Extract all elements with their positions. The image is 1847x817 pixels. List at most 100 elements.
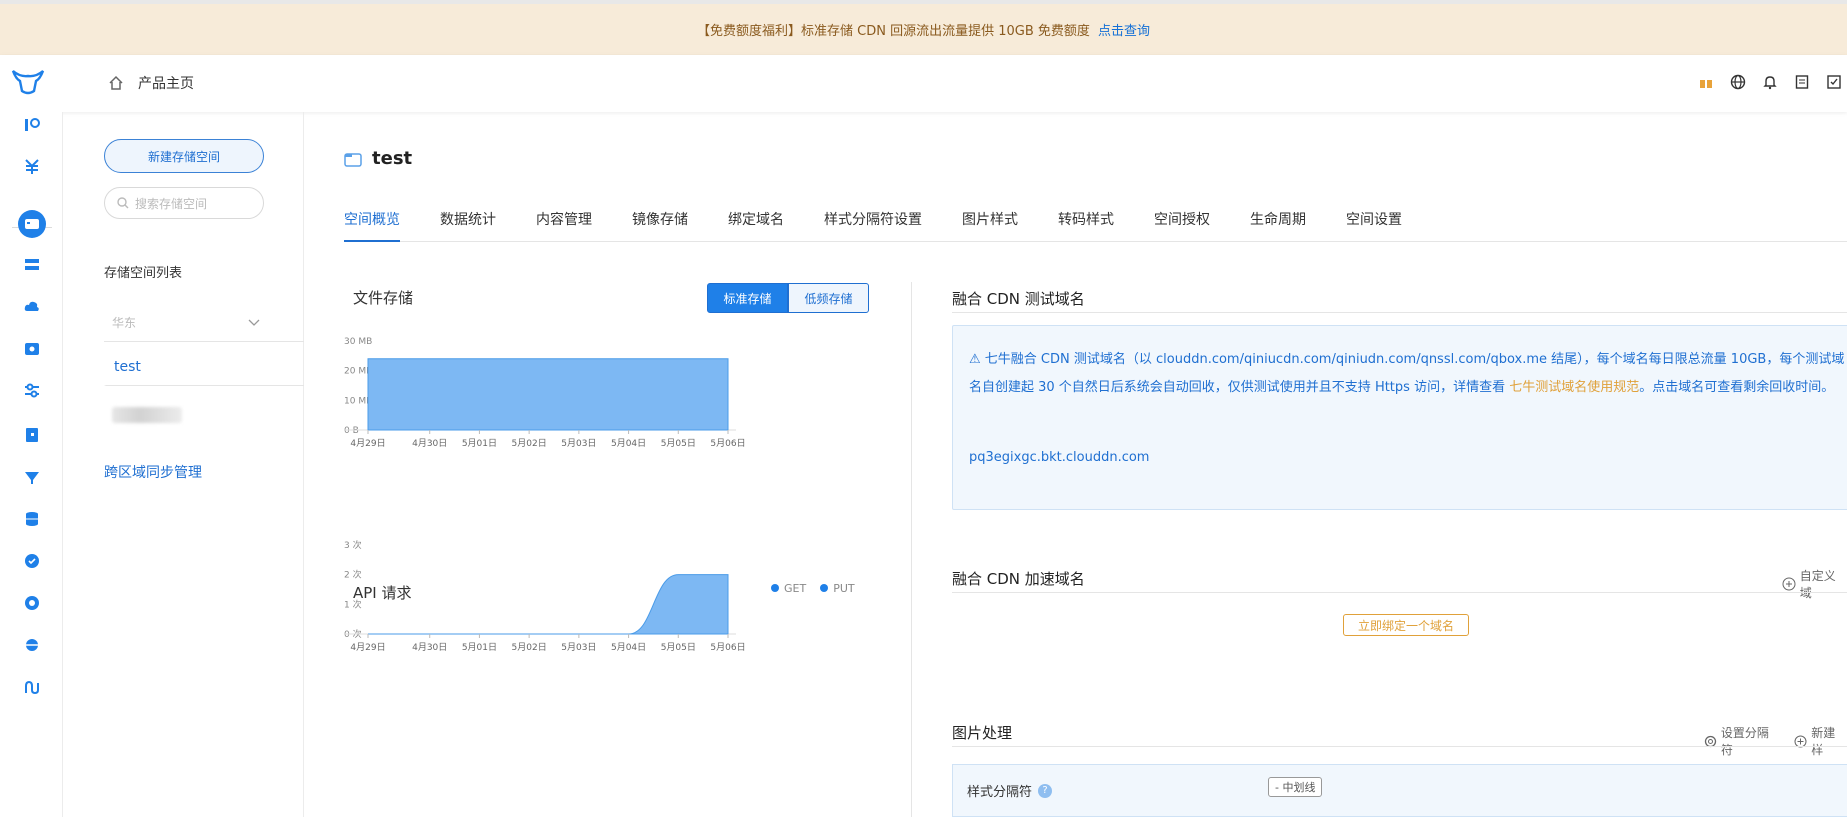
document-icon[interactable] [1793, 73, 1811, 91]
series-area [368, 574, 729, 635]
series-area [367, 358, 729, 431]
column-divider [911, 282, 912, 817]
file-storage-chart: 0 B10 MB20 MB30 MB4月29日 4月30日 5月01日 5月02日 5月… [344, 337, 746, 449]
overview-icon[interactable] [22, 115, 42, 135]
test-domain-link[interactable]: pq3egixgc.bkt.clouddn.com [969, 450, 1149, 465]
database-icon[interactable] [22, 509, 42, 529]
cdn-test-notice: ⚠ 七牛融合 CDN 测试域名（以 clouddn.com/qiniucdn.c… [952, 325, 1847, 510]
set-separator-button[interactable]: 设置分隔符 [1704, 724, 1780, 758]
x-tick-label: 5月02日 [512, 642, 547, 653]
search-placeholder: 搜索存储空间 [135, 196, 208, 211]
play-icon[interactable] [22, 593, 42, 613]
cdn-accel-title: 融合 CDN 加速域名 [952, 570, 1085, 588]
custom-domain-label: 自定义域 [1799, 569, 1836, 600]
x-tick-label: 5月04日 [611, 438, 646, 449]
logo-icon[interactable] [10, 67, 46, 101]
storage-icon[interactable] [14, 206, 50, 242]
banner-text: 【免费额度福利】标准存储 CDN 回源流出流量提供 10GB 免费额度 [697, 24, 1090, 39]
notice-link[interactable]: 七牛测试域名使用规范 [1509, 380, 1639, 395]
tab-2[interactable]: 内容管理 [536, 206, 592, 242]
notice-text: ⚠ 七牛融合 CDN 测试域名（以 clouddn.com/qiniucdn.c… [969, 352, 1845, 395]
new-bucket-button[interactable]: 新建存储空间 [104, 139, 264, 173]
product-rail [0, 112, 63, 817]
main-content: test 空间概览 数据统计 内容管理 镜像存储 绑定域名 样式分隔符设置 图片样式 转码样式… [304, 112, 1847, 817]
x-tick-label: 5月05日 [661, 438, 696, 449]
tab-4[interactable]: 绑定域名 [728, 206, 784, 242]
tab-1[interactable]: 数据统计 [440, 206, 496, 242]
legend-get-label: GET [784, 582, 807, 595]
bucket-list-title: 存储空间列表 [104, 266, 183, 281]
x-tick-label: 4月29日 [350, 642, 385, 653]
chevron-down-icon [248, 319, 260, 326]
custom-domain-button[interactable]: 自定义域 [1782, 567, 1847, 601]
bucket-item-test[interactable]: test [104, 348, 304, 386]
legend-put-label: PUT [833, 582, 855, 595]
divider [952, 592, 1847, 593]
help-icon[interactable]: ? [1038, 783, 1053, 798]
tab-3[interactable]: 镜像存储 [632, 206, 688, 242]
tab-10[interactable]: 空间设置 [1346, 206, 1402, 242]
legend-put: PUT [820, 582, 855, 595]
set-separator-label: 设置分隔符 [1720, 726, 1769, 757]
x-tick-label: 4月29日 [350, 438, 385, 449]
bucket-search-input[interactable]: 搜索存储空间 [104, 187, 264, 219]
promo-banner: 【免费额度福利】标准存储 CDN 回源流出流量提供 10GB 免费额度 点击查询 [0, 0, 1847, 55]
cloud-icon[interactable] [22, 297, 42, 317]
banner-link[interactable]: 点击查询 [1098, 20, 1150, 39]
separator-label-text: 样式分隔符 [967, 785, 1033, 800]
y-tick-label: 30 MB [344, 337, 372, 347]
x-tick-label: 5月06日 [710, 438, 745, 449]
search-icon [117, 197, 129, 209]
divider [952, 312, 1847, 313]
x-tick-label: 5月01日 [462, 438, 497, 449]
tab-7[interactable]: 转码样式 [1058, 206, 1114, 242]
divider [952, 746, 1847, 747]
x-tick-label: 4月30日 [412, 642, 447, 653]
link-icon[interactable] [22, 677, 42, 697]
cdn-test-title: 融合 CDN 测试域名 [952, 290, 1085, 308]
top-icons [1697, 73, 1847, 91]
separator-row: 样式分隔符 ? - 中划线 [952, 764, 1847, 817]
product-home-link[interactable]: 产品主页 [108, 73, 194, 93]
bind-domain-button[interactable]: 立即绑定一个域名 [1343, 614, 1469, 636]
region-label: 华东 [112, 316, 137, 330]
x-tick-label: 5月06日 [710, 642, 745, 653]
tab-5[interactable]: 样式分隔符设置 [824, 206, 922, 242]
plus-circle-icon [1782, 577, 1796, 591]
y-tick-label: 1 次 [344, 598, 362, 610]
standard-storage-button[interactable]: 标准存储 [707, 283, 788, 313]
x-tick-label: 4月30日 [412, 438, 447, 449]
image-proc-actions: 设置分隔符 新建样 [1704, 724, 1847, 758]
book-icon[interactable] [22, 425, 42, 445]
bucket-icon [344, 152, 362, 167]
tab-9[interactable]: 生命周期 [1250, 206, 1306, 242]
legend-get: GET [771, 582, 806, 595]
billing-icon[interactable] [22, 156, 42, 176]
y-tick-label: 0 B [344, 426, 359, 436]
planet-icon[interactable] [22, 635, 42, 655]
funnel-icon[interactable] [22, 467, 42, 487]
tab-0[interactable]: 空间概览 [344, 206, 400, 242]
image-proc-title: 图片处理 [952, 724, 1013, 742]
separator-tag: - 中划线 [1268, 777, 1323, 797]
region-select[interactable]: 华东 [104, 304, 304, 342]
bucket-item-blurred[interactable] [112, 407, 182, 423]
globe-icon[interactable] [1729, 73, 1747, 91]
x-tick-label: 5月02日 [512, 438, 547, 449]
x-tick-label: 5月03日 [561, 438, 596, 449]
task-icon[interactable] [1825, 73, 1843, 91]
tab-6[interactable]: 图片样式 [962, 206, 1018, 242]
x-tick-label: 5月03日 [561, 642, 596, 653]
cross-region-sync-link[interactable]: 跨区域同步管理 [104, 462, 202, 482]
shield-icon[interactable] [22, 551, 42, 571]
gift-icon[interactable] [1697, 73, 1715, 91]
infrequent-storage-button[interactable]: 低频存储 [788, 283, 869, 313]
y-tick-label: 2 次 [344, 569, 362, 581]
film-icon[interactable] [22, 339, 42, 359]
new-style-button[interactable]: 新建样 [1794, 724, 1847, 758]
bell-icon[interactable] [1761, 73, 1779, 91]
server-icon[interactable] [22, 255, 42, 275]
tab-8[interactable]: 空间授权 [1154, 206, 1210, 242]
new-style-label: 新建样 [1811, 726, 1836, 757]
sliders-icon[interactable] [22, 381, 42, 401]
